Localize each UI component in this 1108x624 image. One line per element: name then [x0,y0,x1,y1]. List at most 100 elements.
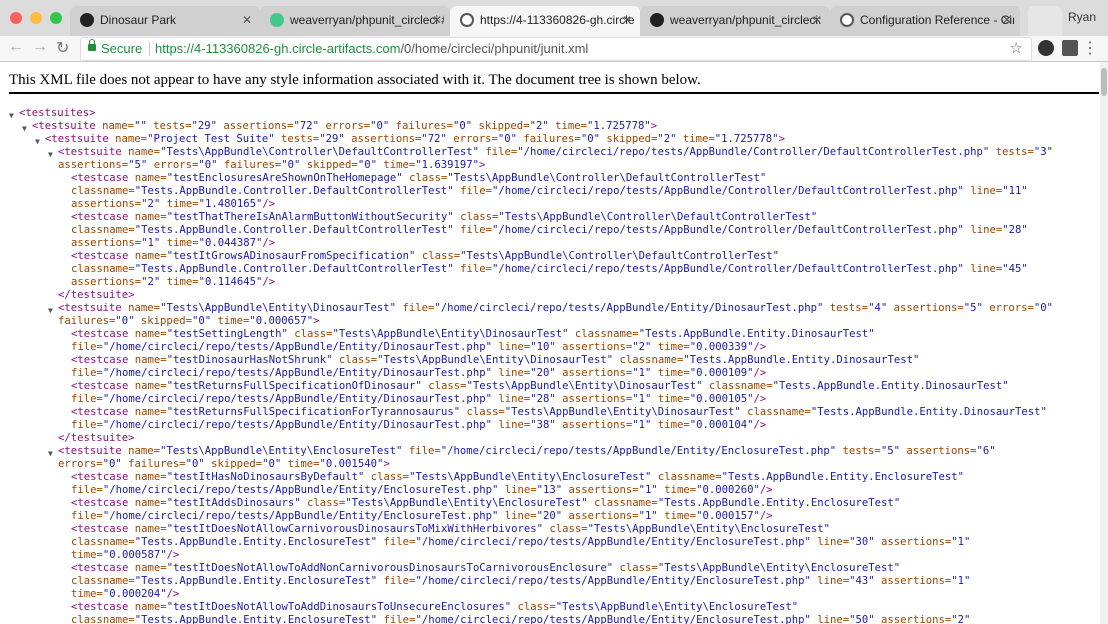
xml-tag: <testcase [71,172,129,184]
xml-attr-name: name= [128,406,167,418]
reload-icon[interactable]: ↻ [56,38,69,58]
xml-attr-value: "Tests\AppBundle\Entity\DinosaurTest" [466,380,703,392]
xml-attr-value: "Tests.AppBundle.Entity.EnclosureTest" [134,575,378,587]
xml-attr-name: tests= [146,120,192,132]
xml-attr-value: "Tests\AppBundle\Entity\EnclosureTest" [409,471,652,483]
xml-tag: <testsuite [58,146,122,158]
xml-line: classname="Tests.AppBundle.Entity.Enclos… [0,575,1053,588]
xml-attr-value: "/home/circleci/repo/tests/AppBundle/Con… [491,185,964,197]
xml-attr-value: "29" [319,133,345,145]
close-tab-icon[interactable]: ✕ [1002,6,1012,34]
xml-attr-value: "0.000105" [689,393,754,405]
zoom-window-button[interactable] [50,12,62,24]
xml-line: time="0.000204"/> [0,588,1053,601]
close-tab-icon[interactable]: ✕ [812,6,822,34]
xml-attr-value: "0" [580,133,600,145]
xml-attr-value: "/home/circleci/repo/tests/AppBundle/Ent… [415,536,811,548]
xml-tag: <testcase [71,211,129,223]
forward-arrow-icon[interactable]: → [32,38,48,56]
xml-attr-value: "Tests.AppBundle.Entity.DinosaurTest" [810,406,1047,418]
xml-attr-name: time= [71,549,103,561]
xml-attr-name: time= [651,393,690,405]
tab-github-repo[interactable]: weaverryan/phpunit_circleci: I ✕ [640,6,830,36]
profile-name[interactable]: Ryan [1068,10,1096,24]
xml-attr-name: time= [651,367,690,379]
close-tab-icon[interactable]: ✕ [242,6,252,34]
xml-attr-name: time= [71,588,103,600]
tab-configuration-reference[interactable]: Configuration Reference - Circ ✕ [830,6,1020,36]
xml-attr-name: file= [71,419,103,431]
xml-attr-value: "1.725778" [586,120,651,132]
xml-attr-name: classname= [568,328,639,340]
address-bar[interactable]: Secure https://4-113360826-gh.circle-art… [80,37,1032,61]
xml-attr-name: name= [128,562,167,574]
browser-menu-icon[interactable]: ⋮ [1082,38,1098,58]
xml-attr-value: "testItGrowsADinosaurFromSpecification" [166,250,416,262]
xml-attr-value: "0.000104" [689,419,754,431]
xml-attr-value: "5" [128,159,148,171]
xml-attr-value: "0.114645" [198,276,263,288]
scrollbar-thumb[interactable] [1101,68,1107,96]
xml-line: <testcase name="testItHasNoDinosaursByDe… [0,471,1053,484]
tab-label: Dinosaur Park [100,13,177,27]
tab-circleci-build[interactable]: weaverryan/phpunit_circleci # ✕ [260,6,450,36]
xml-tag: /> [753,393,767,405]
xml-attr-name: file= [377,614,416,624]
xml-attr-name: class= [543,523,588,535]
xml-tag: > [383,458,390,470]
xml-tag: </testsuite> [58,432,135,444]
xml-attr-name: file= [453,263,492,275]
extension-shield-icon[interactable] [1038,40,1054,56]
close-window-button[interactable] [10,12,22,24]
xml-line: assertions="2" time="1.480165"/> [0,198,1053,211]
tab-junit-xml[interactable]: https://4-113360826-gh.circle ✕ [450,6,640,36]
xml-document-tree: ▼ <testsuites> ▼ <testsuite name="" tests="… [0,107,1053,624]
xml-attr-value: "45" [1002,263,1028,275]
xml-line: ▼ <testsuite name="Tests\AppBundle\Entity… [0,302,1053,315]
extension-layers-icon[interactable] [1062,40,1078,56]
xml-attr-name: file= [478,146,518,158]
xml-attr-name: errors= [319,120,371,132]
new-tab-button[interactable] [1028,6,1062,36]
tab-label: weaverryan/phpunit_circleci # [290,13,444,27]
xml-attr-value: "testItAddsDinosaurs" [166,497,301,509]
close-tab-icon[interactable]: ✕ [432,6,442,34]
xml-attr-value: "72" [293,120,320,132]
xml-attr-name: tests= [823,302,869,314]
xml-attr-name: line= [963,224,1003,236]
vertical-scrollbar[interactable] [1100,62,1108,624]
xml-attr-name: class= [300,497,346,509]
close-tab-icon[interactable]: ✕ [622,6,632,34]
xml-attr-value: "1" [638,510,658,522]
xml-attr-value: "Tests\AppBundle\Controller\DefaultContr… [460,250,779,262]
xml-tag: <testsuite [58,445,122,457]
minimize-window-button[interactable] [30,12,42,24]
xml-attr-value: "testItDoesNotAllowCarnivorousDinosaursT… [166,523,543,535]
xml-attr-value: "testItDoesNotAllowToAddDinosaursToUnsec… [166,601,512,613]
xml-tag: > [89,107,96,119]
xml-attr-name: name= [95,120,135,132]
xml-attr-value: "Tests.AppBundle.Controller.DefaultContr… [134,224,454,236]
xml-attr-value: "10" [530,341,556,353]
xml-attr-name: failures= [517,133,581,145]
xml-line: classname="Tests.AppBundle.Entity.Enclos… [0,536,1053,549]
xml-tag: /> [166,588,180,600]
xml-attr-value: "0.000657" [249,315,314,327]
xml-attr-name: assertions= [217,120,294,132]
xml-attr-name: assertions= [58,159,129,171]
xml-attr-value: "4" [868,302,888,314]
xml-attr-name: file= [71,367,103,379]
bookmark-star-icon[interactable]: ☆ [1010,38,1023,60]
xml-attr-value: "0.000260" [696,484,760,496]
tab-dinosaur-park[interactable]: Dinosaur Park ✕ [70,6,260,36]
back-arrow-icon[interactable]: ← [8,38,24,56]
xml-line: classname="Tests.AppBundle.Entity.Enclos… [0,614,1053,624]
xml-tag: /> [166,549,180,561]
xml-attr-value: "testItHasNoDinosaursByDefault" [166,471,365,483]
xml-line: <testcase name="testItAddsDinosaurs" cla… [0,497,1053,510]
xml-attr-name: assertions= [344,133,422,145]
xml-attr-name: assertions= [555,367,633,379]
browser-toolbar: ← → ↻ Secure https://4-113360826-gh.circ… [0,36,1108,62]
xml-attr-value: "Tests.AppBundle.Entity.EnclosureTest" [721,471,964,483]
xml-attr-name: name= [121,302,161,314]
